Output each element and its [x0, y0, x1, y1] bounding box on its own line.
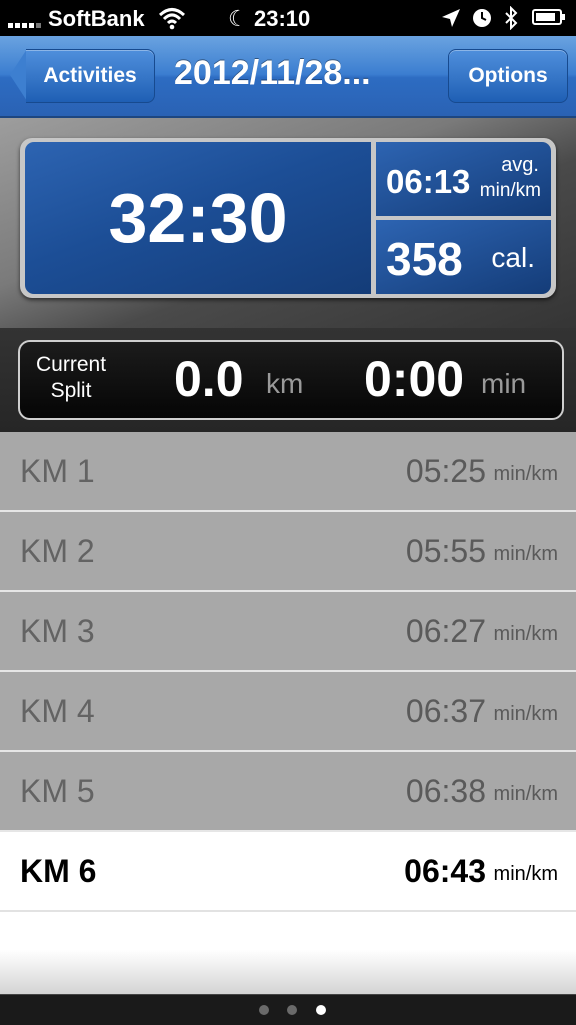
battery-icon — [532, 9, 565, 25]
back-button-label: Activities — [43, 64, 137, 87]
km-pace: 05:25 — [405, 453, 486, 489]
current-split-label-line1: Current — [36, 353, 107, 376]
page-dot-2[interactable] — [287, 1005, 297, 1015]
list-item[interactable]: KM 4 06:37 min/km — [0, 672, 576, 752]
list-item[interactable]: KM 5 06:38 min/km — [0, 752, 576, 832]
calories-tile: 358 cal. — [376, 220, 551, 294]
km-pace-unit: min/km — [493, 623, 558, 645]
navigation-bar: Activities 2012/11/28... Options — [0, 36, 576, 118]
split-distance: 0.0 — [174, 351, 244, 407]
list-bottom-fade — [0, 950, 576, 994]
km-label: KM 6 — [20, 853, 97, 889]
current-split-label: Current Split — [36, 352, 106, 404]
page-control[interactable] — [0, 994, 576, 1025]
list-item[interactable]: KM 3 06:27 min/km — [0, 592, 576, 672]
km-pace: 05:55 — [405, 533, 486, 569]
km-pace: 06:38 — [405, 773, 486, 809]
calories-value: 358 — [386, 233, 463, 285]
km-pace: 06:37 — [405, 693, 486, 729]
avg-pace-value: 06:13 — [386, 163, 471, 200]
calories-unit: cal. — [491, 242, 535, 273]
alarm-icon — [473, 9, 491, 27]
km-pace: 06:27 — [405, 613, 486, 649]
km-pace-unit: min/km — [493, 543, 558, 565]
avg-pace-label: avg. — [501, 154, 539, 176]
stats-panel: 32:30 06:13 avg. min/km 358 cal. — [0, 118, 576, 328]
km-label: KM 5 — [20, 773, 95, 809]
current-split-label-line2: Split — [50, 379, 92, 402]
page-title: 2012/11/28... — [174, 54, 371, 92]
options-button-label: Options — [468, 64, 548, 87]
km-pace-unit: min/km — [493, 463, 558, 485]
stats-frame: 32:30 06:13 avg. min/km 358 cal. — [20, 138, 556, 298]
split-time: 0:00 — [364, 351, 465, 407]
km-pace-unit: min/km — [493, 783, 558, 805]
signal-icon — [8, 10, 44, 28]
location-icon — [442, 9, 460, 27]
options-button[interactable]: Options — [448, 49, 568, 103]
list-item[interactable]: KM 2 05:55 min/km — [0, 512, 576, 592]
list-item[interactable]: KM 1 05:25 min/km — [0, 432, 576, 512]
split-distance-unit: km — [266, 368, 304, 399]
km-pace: 06:43 — [404, 853, 486, 889]
status-time: 23:10 — [254, 6, 311, 31]
km-label: KM 3 — [20, 613, 95, 649]
page-dot-3[interactable] — [316, 1005, 326, 1015]
avg-pace-tile: 06:13 avg. min/km — [376, 142, 551, 216]
km-pace-unit: min/km — [493, 703, 558, 725]
bluetooth-icon — [505, 6, 518, 30]
carrier-name: SoftBank — [48, 6, 145, 31]
moon-icon: ☾ — [228, 6, 248, 31]
list-item-current[interactable]: KM 6 06:43 min/km — [0, 832, 576, 912]
status-bar: SoftBank ☾ 23:10 — [0, 0, 576, 36]
avg-pace-unit: min/km — [479, 180, 541, 201]
km-label: KM 2 — [20, 533, 95, 569]
current-split-bar: Current Split 0.0 km 0:00 min — [0, 328, 576, 432]
km-split-list[interactable]: KM 1 05:25 min/km KM 2 05:55 min/km KM 3… — [0, 432, 576, 994]
km-label: KM 4 — [20, 693, 95, 729]
split-time-unit: min — [481, 368, 527, 399]
back-button[interactable]: Activities — [26, 49, 155, 103]
wifi-icon — [158, 8, 186, 30]
current-split-box: Current Split 0.0 km 0:00 min — [18, 340, 564, 420]
km-label: KM 1 — [20, 453, 95, 489]
duration-display: 32:30 — [25, 142, 371, 294]
page-dot-1[interactable] — [259, 1005, 269, 1015]
back-arrow-icon[interactable] — [10, 49, 27, 101]
km-pace-unit: min/km — [493, 863, 558, 885]
